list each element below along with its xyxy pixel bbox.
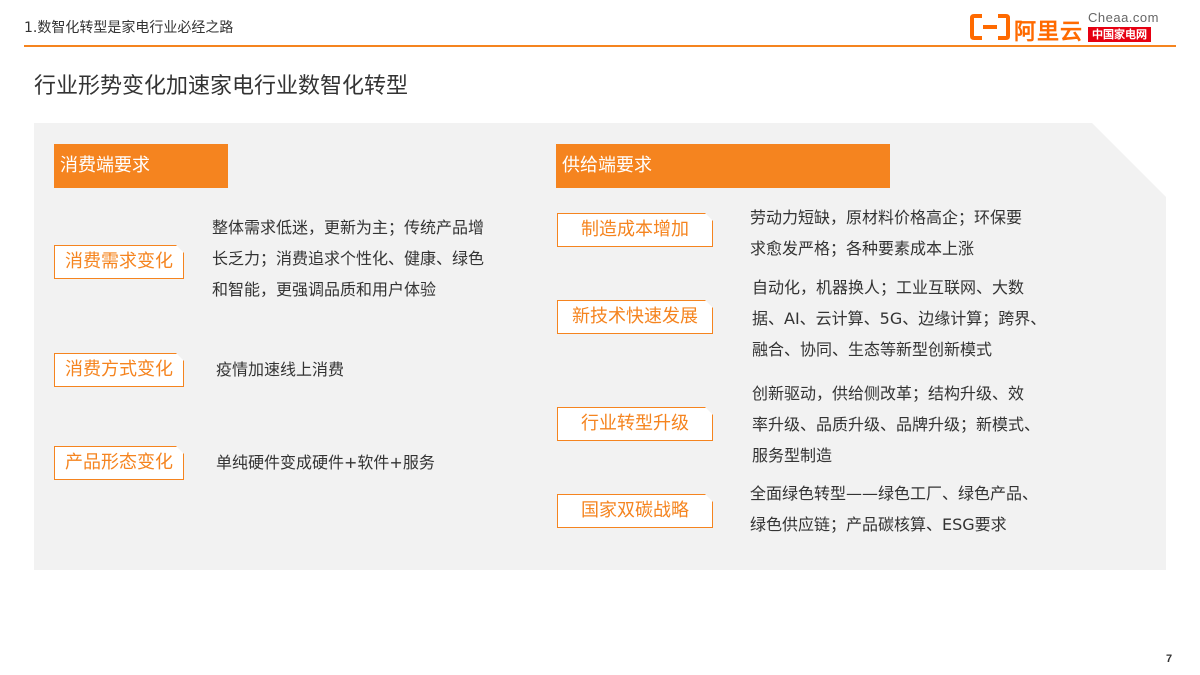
section-title: 1.数智化转型是家电行业必经之路	[24, 20, 234, 36]
cheaa-cn-wordmark: 中国家电网	[1088, 27, 1151, 42]
desc-consumption-mode: 疫情加速线上消费	[216, 354, 516, 385]
supply-section-header: 供给端要求	[556, 144, 890, 188]
desc-consumer-demand: 整体需求低迷，更新为主；传统产品增 长乏力；消费追求个性化、健康、绿色 和智能，…	[212, 212, 522, 305]
desc-line: 疫情加速线上消费	[216, 360, 345, 379]
brand-logo: 阿里云 Cheaa.com 中国家电网	[970, 10, 1170, 45]
desc-line: 创新驱动，供给侧改革；结构升级、效	[752, 384, 1025, 403]
desc-industry-upgrade: 创新驱动，供给侧改革；结构升级、效 率升级、品质升级、品牌升级；新模式、 服务型…	[752, 378, 1082, 471]
aliyun-bracket-icon	[970, 14, 1010, 40]
tag-dual-carbon: 国家双碳战略	[557, 494, 713, 528]
desc-line: 率升级、品质升级、品牌升级；新模式、	[752, 415, 1041, 434]
desc-line: 绿色供应链；产品碳核算、ESG要求	[750, 515, 1007, 534]
desc-manufacturing-cost: 劳动力短缺，原材料价格高企；环保要 求愈发严格；各种要素成本上涨	[750, 202, 1070, 264]
tag-industry-upgrade: 行业转型升级	[557, 407, 713, 441]
tag-manufacturing-cost: 制造成本增加	[557, 213, 713, 247]
desc-line: 劳动力短缺，原材料价格高企；环保要	[750, 208, 1023, 227]
desc-line: 求愈发严格；各种要素成本上涨	[750, 239, 975, 258]
desc-line: 服务型制造	[752, 446, 833, 465]
desc-dual-carbon: 全面绿色转型——绿色工厂、绿色产品、 绿色供应链；产品碳核算、ESG要求	[750, 478, 1090, 540]
page-number: 7	[1166, 653, 1173, 665]
desc-line: 自动化，机器换人；工业互联网、大数	[752, 278, 1025, 297]
tag-new-technology: 新技术快速发展	[557, 300, 713, 334]
desc-line: 长乏力；消费追求个性化、健康、绿色	[212, 249, 485, 268]
desc-line: 全面绿色转型——绿色工厂、绿色产品、	[750, 484, 1039, 503]
desc-new-technology: 自动化，机器换人；工业互联网、大数 据、AI、云计算、5G、边缘计算；跨界、 融…	[752, 272, 1082, 365]
aliyun-wordmark: 阿里云	[1014, 20, 1084, 45]
tag-consumption-mode: 消费方式变化	[54, 353, 184, 387]
header-divider	[24, 45, 1176, 47]
desc-line: 和智能，更强调品质和用户体验	[212, 280, 437, 299]
desc-line: 单纯硬件变成硬件+软件+服务	[216, 453, 435, 472]
page-title: 行业形势变化加速家电行业数智化转型	[34, 74, 409, 99]
tag-product-form: 产品形态变化	[54, 446, 184, 480]
cheaa-wordmark: Cheaa.com	[1088, 10, 1159, 25]
consumer-section-header: 消费端要求	[54, 144, 228, 188]
desc-line: 据、AI、云计算、5G、边缘计算；跨界、	[752, 309, 1047, 328]
desc-product-form: 单纯硬件变成硬件+软件+服务	[216, 447, 516, 478]
desc-line: 整体需求低迷，更新为主；传统产品增	[212, 218, 485, 237]
tag-consumer-demand: 消费需求变化	[54, 245, 184, 279]
desc-line: 融合、协同、生态等新型创新模式	[752, 340, 993, 359]
